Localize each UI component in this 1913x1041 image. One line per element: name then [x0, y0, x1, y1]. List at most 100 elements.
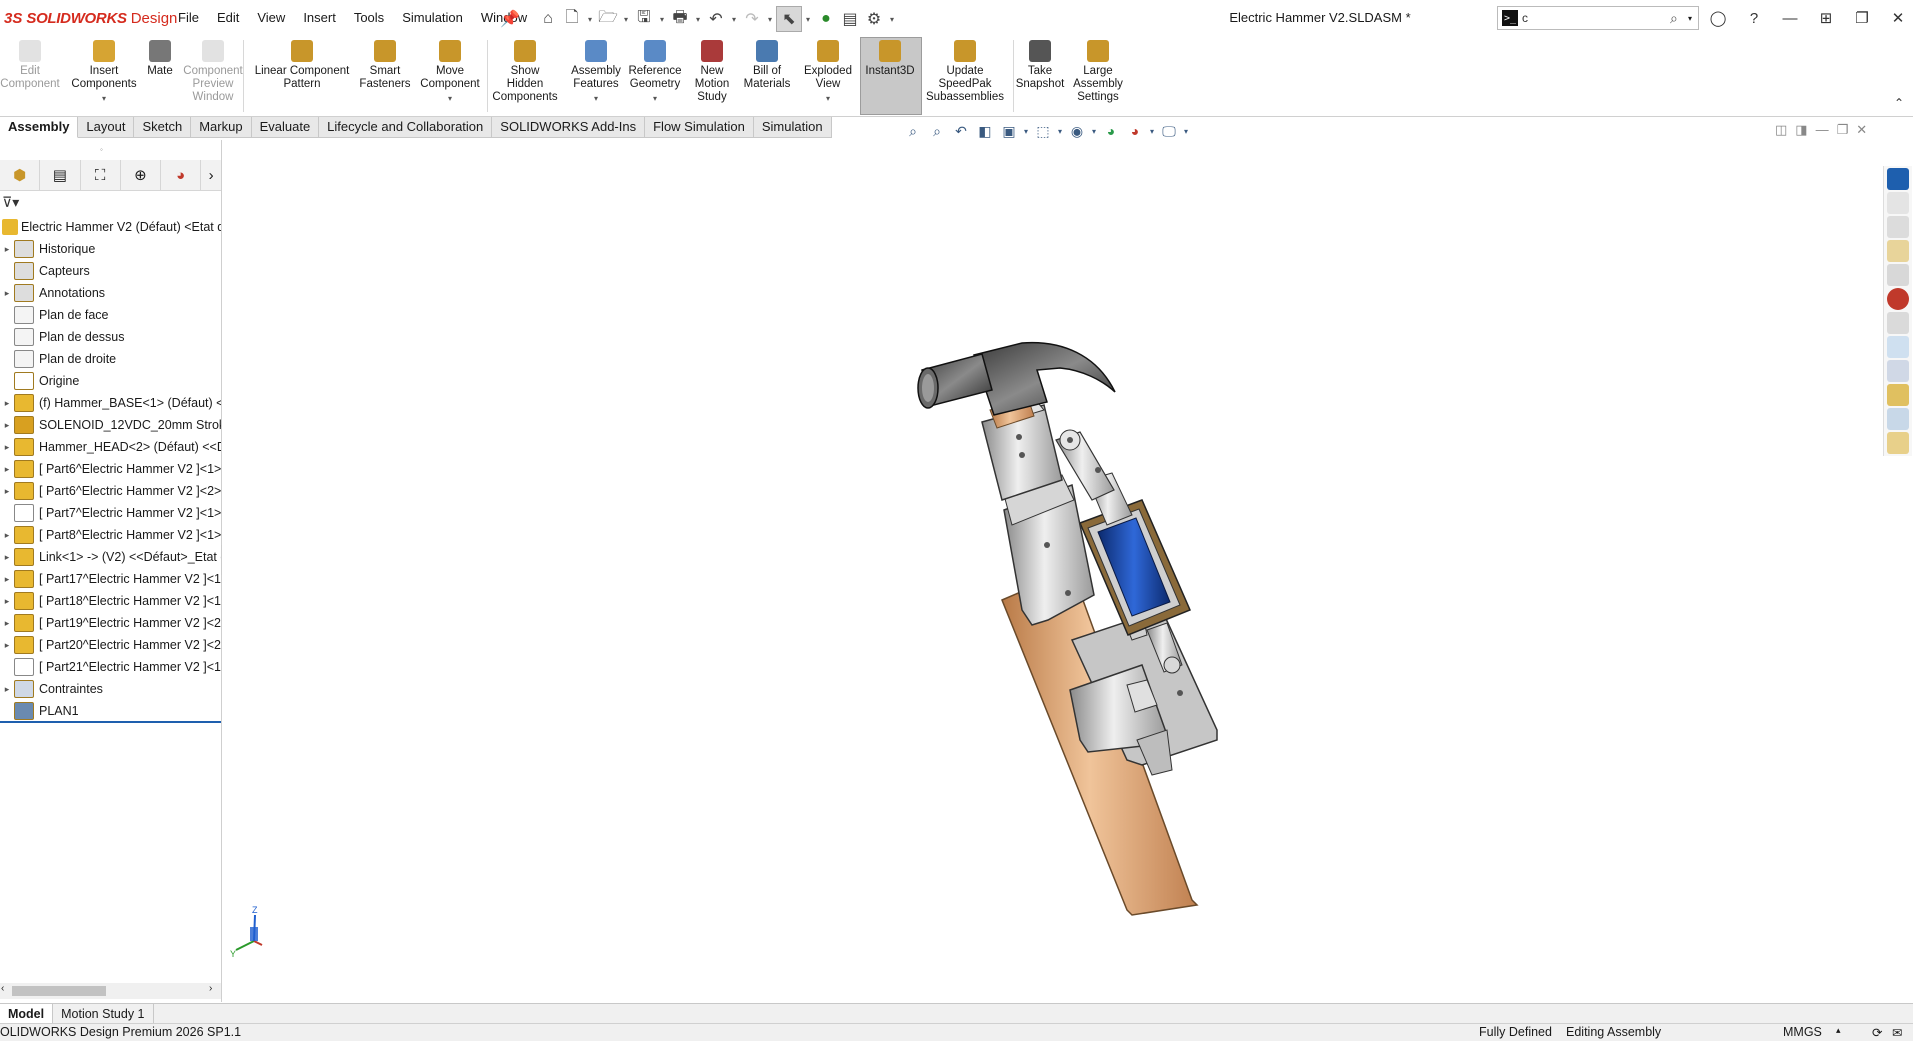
previous-view-icon[interactable]: ↶: [950, 122, 972, 140]
tree-item[interactable]: PLAN1: [0, 700, 221, 722]
open-folder-icon[interactable]: 🗁: [596, 7, 620, 31]
reference-geometry-button[interactable]: Reference Geometry ▾: [623, 40, 687, 105]
appearances-icon[interactable]: [1887, 288, 1909, 310]
tree-item[interactable]: ▸ [ Part19^Electric Hammer V2 ]<2>: [0, 612, 221, 634]
hammer-model-svg[interactable]: [222, 140, 1882, 1002]
tree-item[interactable]: ▸ [ Part17^Electric Hammer V2 ]<1>: [0, 568, 221, 590]
smart-fasteners-button[interactable]: Smart Fasteners: [353, 40, 417, 91]
linear-component-pattern-button[interactable]: Linear Component Pattern: [250, 40, 354, 91]
tree-item[interactable]: ▸ [ Part20^Electric Hammer V2 ]<2>: [0, 634, 221, 656]
view-palette-icon[interactable]: [1887, 264, 1909, 286]
zoom-to-fit-icon[interactable]: ⌕: [902, 122, 924, 140]
chevron-down-icon[interactable]: ▾: [1688, 14, 1698, 23]
chevron-down-icon[interactable]: ▾: [584, 15, 596, 24]
expand-arrow-icon[interactable]: ▸: [0, 640, 14, 651]
tab-flow-simulation[interactable]: Flow Simulation: [645, 117, 754, 138]
new-motion-study-button[interactable]: New Motion Study: [685, 40, 739, 104]
expand-arrow-icon[interactable]: ▸: [0, 596, 14, 607]
graphics-area[interactable]: [222, 140, 1882, 1002]
expand-arrow-icon[interactable]: ▸: [0, 574, 14, 585]
insert-components-button[interactable]: Insert Components ▾: [64, 40, 144, 105]
move-component-button[interactable]: Move Component ▾: [417, 40, 483, 105]
tree-item[interactable]: Origine: [0, 370, 221, 392]
mate-button[interactable]: Mate: [140, 40, 180, 78]
edit-appearance-icon[interactable]: ◕: [1100, 122, 1122, 140]
menu-file[interactable]: File: [169, 10, 208, 25]
panel-grip-icon[interactable]: ◦: [100, 145, 103, 154]
viewport-close-icon[interactable]: ✕: [1856, 122, 1867, 138]
chevron-down-icon[interactable]: ▾: [1090, 122, 1098, 140]
expand-arrow-icon[interactable]: ▸: [0, 552, 14, 563]
instant3d-button[interactable]: Instant3D: [861, 40, 919, 78]
tree-item[interactable]: ▸ SOLENOID_12VDC_20mm Stroke_: [0, 414, 221, 436]
minimize-icon[interactable]: —: [1772, 6, 1808, 30]
solidworks-logo[interactable]: 3S SOLIDWORKS Design: [4, 8, 177, 28]
save-icon[interactable]: 🖫: [632, 7, 656, 31]
xpress-products-icon[interactable]: [1887, 408, 1909, 430]
display-manager-tab-icon[interactable]: ◕: [161, 160, 202, 190]
view-settings-icon[interactable]: 🖵: [1158, 122, 1180, 140]
viewport-restore-icon[interactable]: ❐: [1837, 122, 1849, 138]
account-icon[interactable]: ◯: [1700, 6, 1736, 30]
chevron-down-icon[interactable]: ▾: [728, 15, 740, 24]
property-manager-tab-icon[interactable]: ▤: [40, 160, 81, 190]
chevron-down-icon[interactable]: ▾: [886, 15, 898, 24]
configuration-manager-tab-icon[interactable]: ⛶: [81, 160, 121, 190]
viewport-minimize-icon[interactable]: —: [1816, 122, 1829, 138]
tab-evaluate[interactable]: Evaluate: [251, 117, 320, 138]
scroll-left-icon[interactable]: ‹: [1, 983, 4, 994]
tab-motion-study-1[interactable]: Motion Study 1: [53, 1004, 154, 1024]
expand-arrow-icon[interactable]: ▸: [0, 530, 14, 541]
feature-tree-tab-icon[interactable]: ⬢: [0, 160, 41, 190]
status-units[interactable]: MMGS: [1783, 1025, 1822, 1039]
tree-item[interactable]: ▸ Historique: [0, 238, 221, 260]
menu-view[interactable]: View: [248, 10, 294, 25]
menu-tools[interactable]: Tools: [345, 10, 393, 25]
expand-arrow-icon[interactable]: ▸: [0, 442, 14, 453]
update-speedpak-button[interactable]: Update SpeedPak Subassemblies: [922, 40, 1008, 104]
tab-lifecycle-and-collaboration[interactable]: Lifecycle and Collaboration: [319, 117, 493, 138]
take-snapshot-button[interactable]: Take Snapshot: [1012, 40, 1068, 91]
view-orientation-icon[interactable]: ⬚: [1032, 122, 1054, 140]
tree-item[interactable]: ▸ [ Part8^Electric Hammer V2 ]<1>: [0, 524, 221, 546]
tab-markup[interactable]: Markup: [191, 117, 252, 138]
rebuild-traffic-light-icon[interactable]: ●: [814, 7, 838, 31]
tree-item[interactable]: ▸ [ Part6^Electric Hammer V2 ]<1>: [0, 458, 221, 480]
hammer-head[interactable]: [917, 341, 1116, 416]
close-icon[interactable]: ✕: [1880, 6, 1913, 30]
tree-root-assembly[interactable]: Electric Hammer V2 (Défaut) <Etat d'a: [0, 216, 221, 238]
chevron-right-icon[interactable]: ›: [201, 160, 221, 190]
chevron-down-icon[interactable]: ▾: [448, 92, 452, 105]
filter-icon[interactable]: ⊽▾: [2, 194, 19, 211]
large-assembly-settings-button[interactable]: Large Assembly Settings: [1068, 40, 1128, 104]
restore-icon[interactable]: ❐: [1844, 6, 1880, 30]
tree-horizontal-scrollbar[interactable]: ‹ ›: [0, 983, 221, 999]
scroll-right-icon[interactable]: ›: [209, 983, 212, 994]
expand-arrow-icon[interactable]: ▸: [0, 398, 14, 409]
rebuild-icon[interactable]: ⟳: [1872, 1025, 1882, 1040]
expand-arrow-icon[interactable]: ▸: [0, 684, 14, 695]
search-box[interactable]: >_ c ⌕ ▾: [1497, 6, 1699, 30]
home-icon[interactable]: ⌂: [536, 7, 560, 31]
tree-item[interactable]: Plan de face: [0, 304, 221, 326]
chevron-down-icon[interactable]: ▾: [1022, 122, 1030, 140]
large-assembly-icon[interactable]: [1887, 432, 1909, 454]
chevron-down-icon[interactable]: ▾: [594, 92, 598, 105]
tile-windows-icon[interactable]: ⊞: [1808, 6, 1844, 30]
viewport-left-icon[interactable]: ◫: [1775, 122, 1787, 138]
expand-arrow-icon[interactable]: ▸: [0, 464, 14, 475]
expand-arrow-icon[interactable]: ▸: [0, 244, 14, 255]
expand-arrow-icon[interactable]: ▸: [0, 618, 14, 629]
options-gear-icon[interactable]: ⚙: [862, 7, 886, 31]
exploded-view-button[interactable]: Exploded View ▾: [796, 40, 860, 105]
menu-edit[interactable]: Edit: [208, 10, 248, 25]
tab-model[interactable]: Model: [0, 1004, 54, 1024]
chevron-down-icon[interactable]: ▾: [1056, 122, 1064, 140]
print-icon[interactable]: 🖶: [668, 7, 692, 31]
tree-item[interactable]: Plan de dessus: [0, 326, 221, 348]
redo-icon[interactable]: ↷: [740, 7, 764, 31]
section-view-icon[interactable]: ◧: [974, 122, 996, 140]
menu-simulation[interactable]: Simulation: [393, 10, 472, 25]
tab-assembly[interactable]: Assembly: [0, 117, 79, 138]
expand-arrow-icon[interactable]: ▸: [0, 288, 14, 299]
